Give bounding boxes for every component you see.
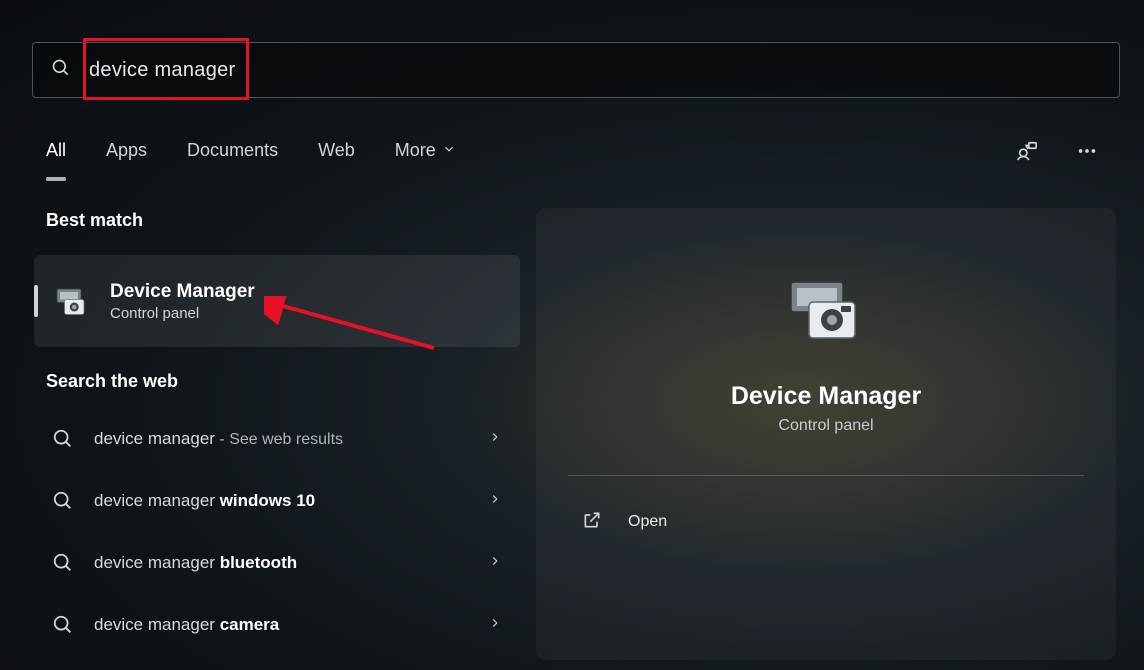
details-right-pane: Device Manager Control panel Open — [536, 208, 1116, 660]
profile-icon[interactable] — [1016, 140, 1038, 167]
details-subtitle: Control panel — [568, 417, 1084, 435]
best-match-subtitle: Control panel — [110, 305, 255, 322]
web-result-item[interactable]: device manager camera — [34, 594, 520, 656]
more-options-icon[interactable] — [1076, 140, 1098, 167]
web-result-label: device manager - See web results — [94, 429, 502, 449]
search-icon — [52, 552, 74, 574]
web-results-list: device manager - See web results device … — [34, 408, 520, 656]
tab-more-label: More — [395, 140, 436, 161]
search-bar[interactable] — [32, 42, 1120, 98]
details-divider — [568, 475, 1084, 476]
open-action[interactable]: Open — [568, 500, 1084, 544]
tab-documents[interactable]: Documents — [187, 140, 278, 161]
tab-more[interactable]: More — [395, 140, 456, 161]
chevron-right-icon — [488, 492, 502, 511]
search-icon — [51, 58, 71, 83]
best-match-title: Device Manager — [110, 281, 255, 303]
chevron-right-icon — [488, 616, 502, 635]
web-result-label: device manager camera — [94, 615, 502, 635]
tab-apps[interactable]: Apps — [106, 140, 147, 161]
best-match-header: Best match — [34, 210, 520, 231]
chevron-down-icon — [442, 140, 456, 161]
chevron-right-icon — [488, 430, 502, 449]
search-icon — [52, 614, 74, 636]
web-result-label: device manager bluetooth — [94, 553, 502, 573]
search-icon — [52, 428, 74, 450]
open-action-label: Open — [628, 513, 667, 531]
device-manager-large-icon — [787, 278, 865, 342]
chevron-right-icon — [488, 554, 502, 573]
search-web-header: Search the web — [34, 371, 520, 392]
header-actions — [1016, 140, 1098, 167]
open-external-icon — [582, 510, 602, 535]
best-match-text: Device Manager Control panel — [110, 281, 255, 322]
search-icon — [52, 490, 74, 512]
search-input[interactable] — [71, 43, 1119, 97]
web-result-item[interactable]: device manager bluetooth — [34, 532, 520, 594]
tab-web[interactable]: Web — [318, 140, 355, 161]
tab-all[interactable]: All — [46, 140, 66, 161]
results-left-pane: Best match Device Manager Control panel … — [34, 210, 520, 656]
web-result-item[interactable]: device manager - See web results — [34, 408, 520, 470]
web-result-item[interactable]: device manager windows 10 — [34, 470, 520, 532]
filter-tabs: All Apps Documents Web More — [46, 140, 456, 161]
device-manager-icon — [54, 283, 90, 319]
best-match-result[interactable]: Device Manager Control panel — [34, 255, 520, 347]
web-result-label: device manager windows 10 — [94, 491, 502, 511]
details-title: Device Manager — [568, 382, 1084, 411]
